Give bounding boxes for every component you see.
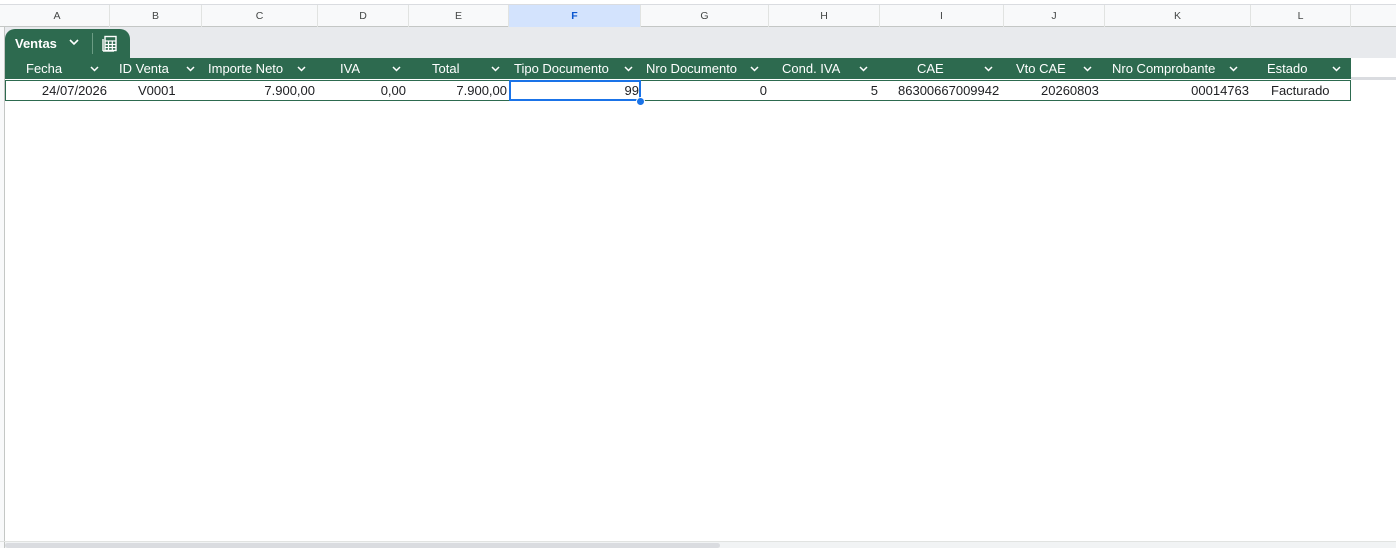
column-header-f[interactable]: F	[509, 5, 641, 27]
chevron-down-icon[interactable]	[1228, 63, 1239, 74]
column-header-a[interactable]: A	[5, 5, 110, 27]
header-label: Total	[432, 61, 460, 76]
cell-nro-comprobante[interactable]: 00014763	[1106, 81, 1252, 100]
chevron-down-icon[interactable]	[67, 35, 81, 49]
header-label: ID Venta	[119, 61, 169, 76]
header-cell-nro-documento[interactable]: Nro Documento	[641, 58, 769, 79]
table-name[interactable]: Ventas	[15, 29, 57, 58]
chevron-down-icon[interactable]	[1082, 63, 1093, 74]
column-header-j[interactable]: J	[1004, 5, 1105, 27]
table-tab-band	[5, 27, 1396, 58]
cell-nro-documento[interactable]: 0	[642, 81, 770, 100]
column-header-e[interactable]: E	[409, 5, 509, 27]
header-label: Tipo Documento	[514, 61, 609, 76]
chevron-down-icon[interactable]	[1331, 63, 1342, 74]
table-header-row: Fecha ID Venta Importe Neto IVA Total Ti…	[5, 58, 1351, 79]
header-label: Cond. IVA	[782, 61, 841, 76]
header-label: Importe Neto	[208, 61, 284, 76]
tab-divider	[92, 33, 93, 54]
header-label: Estado	[1267, 61, 1308, 76]
header-cell-cae[interactable]: CAE	[880, 58, 1004, 79]
chevron-down-icon[interactable]	[296, 63, 307, 74]
chevron-down-icon[interactable]	[623, 63, 634, 74]
column-header-bar: A B C D E F G H I J K L	[0, 4, 1396, 27]
chevron-down-icon[interactable]	[391, 63, 402, 74]
header-cell-vto-cae[interactable]: Vto CAE	[1004, 58, 1105, 79]
column-header-b[interactable]: B	[110, 5, 202, 27]
cell-id-venta[interactable]: V0001	[135, 81, 195, 100]
cell-estado[interactable]: Facturado	[1268, 81, 1348, 100]
column-header-g[interactable]: G	[641, 5, 769, 27]
header-label: Vto CAE	[1016, 61, 1066, 76]
chevron-down-icon[interactable]	[185, 63, 196, 74]
table-row: 24/07/2026 V0001 7.900,00 0,00 7.900,00 …	[5, 80, 1351, 101]
cell-cae[interactable]: 86300667009942	[895, 81, 1010, 100]
cell-iva[interactable]: 0,00	[318, 81, 409, 100]
header-label: Fecha	[26, 61, 63, 76]
header-cell-nro-comprobante[interactable]: Nro Comprobante	[1105, 58, 1251, 79]
header-cell-estado[interactable]: Estado	[1251, 58, 1351, 79]
header-label: Nro Comprobante	[1112, 61, 1216, 76]
cell-fecha[interactable]: 24/07/2026	[6, 81, 110, 100]
column-header-d[interactable]: D	[318, 5, 409, 27]
header-cell-cond-iva[interactable]: Cond. IVA	[769, 58, 880, 79]
column-header-l[interactable]: L	[1251, 5, 1351, 27]
table-icon[interactable]	[102, 35, 119, 52]
cell-cond-iva[interactable]: 5	[770, 81, 881, 100]
horizontal-scrollbar-thumb[interactable]	[5, 543, 720, 548]
cell-vto-cae[interactable]: 20260803	[1038, 81, 1108, 100]
header-label: CAE	[917, 61, 944, 76]
chevron-down-icon[interactable]	[89, 63, 100, 74]
column-header-c[interactable]: C	[202, 5, 318, 27]
header-cell-tipo-documento[interactable]: Tipo Documento	[509, 58, 641, 79]
header-cell-id-venta[interactable]: ID Venta	[110, 58, 202, 79]
chevron-down-icon[interactable]	[983, 63, 994, 74]
cell-importe-neto[interactable]: 7.900,00	[202, 81, 318, 100]
chevron-down-icon[interactable]	[749, 63, 760, 74]
header-cell-iva[interactable]: IVA	[318, 58, 409, 79]
header-label: IVA	[340, 61, 360, 76]
header-cell-fecha[interactable]: Fecha	[5, 58, 110, 79]
chevron-down-icon[interactable]	[858, 63, 869, 74]
column-header-h[interactable]: H	[769, 5, 880, 27]
column-header-i[interactable]: I	[880, 5, 1004, 27]
header-shadow	[1351, 77, 1396, 80]
chevron-down-icon[interactable]	[490, 63, 501, 74]
header-cell-importe-neto[interactable]: Importe Neto	[202, 58, 318, 79]
header-cell-total[interactable]: Total	[409, 58, 509, 79]
cell-tipo-documento[interactable]: 99	[510, 81, 642, 100]
table-name-tab[interactable]: Ventas	[5, 29, 130, 58]
header-label: Nro Documento	[646, 61, 738, 76]
column-header-k[interactable]: K	[1105, 5, 1251, 27]
cell-total[interactable]: 7.900,00	[409, 81, 510, 100]
fill-handle[interactable]	[636, 97, 645, 106]
